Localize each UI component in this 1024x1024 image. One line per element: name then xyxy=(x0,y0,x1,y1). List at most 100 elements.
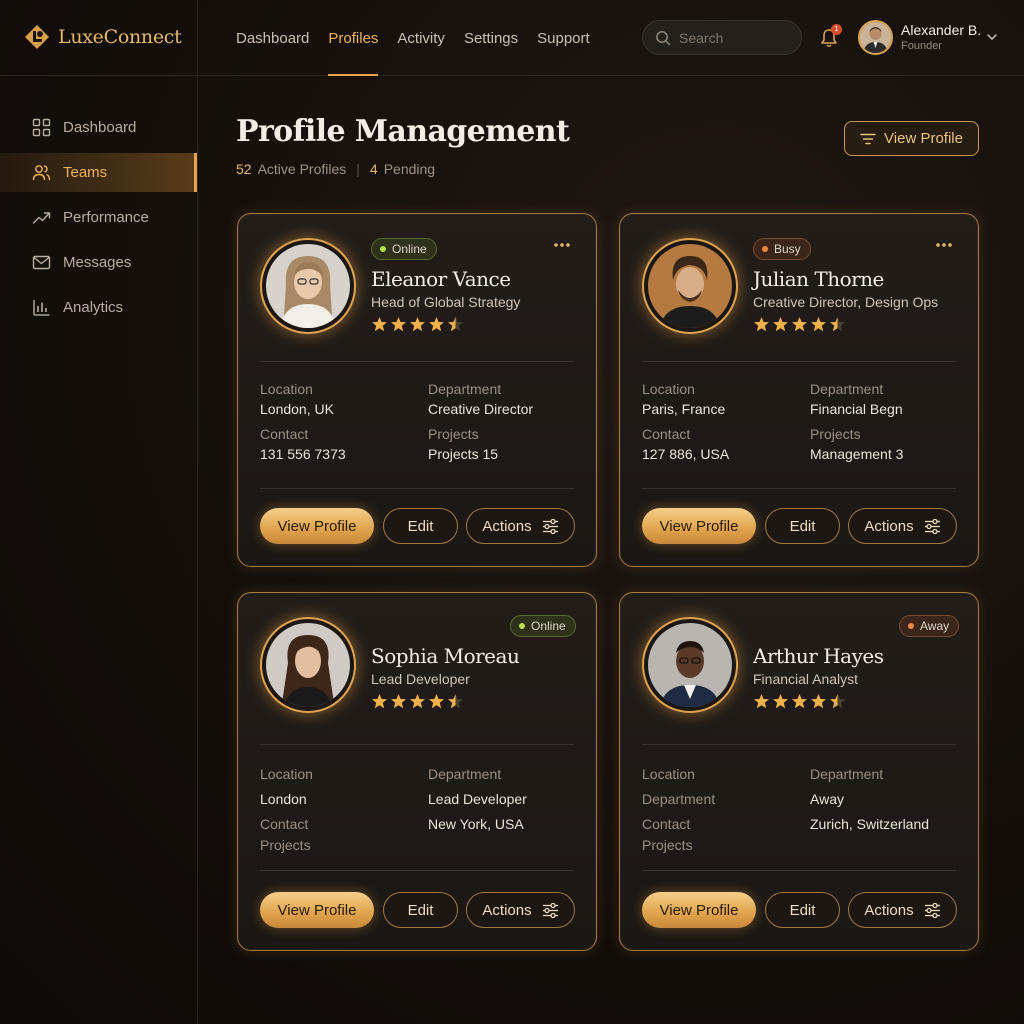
page-title: Profile Management xyxy=(236,114,570,149)
user-avatar[interactable] xyxy=(858,20,893,55)
field-label: Projects xyxy=(428,426,479,442)
field-label: Department xyxy=(810,381,884,397)
profile-card: Online Eleanor Vance Head of Global Stra… xyxy=(237,213,597,567)
topnav-profiles[interactable]: Profiles xyxy=(328,0,379,76)
avatar[interactable] xyxy=(260,238,356,334)
field-value: London, UK xyxy=(260,401,334,417)
sidebar-item-messages[interactable]: Messages xyxy=(0,243,197,282)
pending-count: 4 xyxy=(369,161,378,177)
star-icon xyxy=(811,317,826,332)
profile-title: Head of Global Strategy xyxy=(371,294,521,310)
field-label: Contact xyxy=(260,426,309,442)
view-profile-button[interactable]: View Profile xyxy=(642,892,756,928)
divider xyxy=(642,488,956,489)
topnav-activity[interactable]: Activity xyxy=(397,0,445,76)
edit-button[interactable]: Edit xyxy=(765,892,840,928)
field-value: Zurich, Switzerland xyxy=(810,816,930,832)
profile-name[interactable]: Sophia Moreau xyxy=(371,644,520,668)
logo-icon xyxy=(25,25,49,49)
field-value: Management 3 xyxy=(810,446,904,462)
trending-up-icon xyxy=(32,212,51,224)
star-icon xyxy=(391,694,406,709)
actions-label: Actions xyxy=(864,901,914,919)
field-label: Contact xyxy=(642,426,691,442)
field-value: Lead Developer xyxy=(428,791,527,807)
view-profile-button[interactable]: View Profile xyxy=(260,508,374,544)
view-profile-button[interactable]: View Profile xyxy=(260,892,374,928)
avatar[interactable] xyxy=(642,617,738,713)
brand[interactable]: LuxeConnect xyxy=(24,24,182,50)
sliders-icon xyxy=(542,518,558,534)
field-value: Financial Begn xyxy=(810,401,903,417)
view-profile-button[interactable]: View Profile xyxy=(642,508,756,544)
sidebar-item-teams[interactable]: Teams xyxy=(0,153,197,192)
actions-label: Actions xyxy=(864,517,914,535)
field-value: 131 556 7373 xyxy=(260,446,346,462)
star-icon xyxy=(429,317,444,332)
sidebar: Dashboard Teams Performance Messages Ana… xyxy=(0,108,197,333)
field-label: Contact xyxy=(260,816,309,832)
avatar[interactable] xyxy=(260,617,356,713)
rating-stars xyxy=(753,316,846,333)
edit-button[interactable]: Edit xyxy=(383,508,458,544)
users-icon xyxy=(32,165,51,181)
actions-button[interactable]: Actions xyxy=(466,892,575,928)
top-navigation: Dashboard Profiles Activity Settings Sup… xyxy=(236,0,609,76)
field-value: Paris, France xyxy=(642,401,726,417)
field-label: Department xyxy=(428,381,502,397)
actions-button[interactable]: Actions xyxy=(848,508,957,544)
sliders-icon xyxy=(924,902,940,918)
mail-icon xyxy=(32,255,51,270)
star-icon xyxy=(754,317,769,332)
star-icon xyxy=(811,694,826,709)
sidebar-item-performance[interactable]: Performance xyxy=(0,198,197,237)
profile-name[interactable]: Eleanor Vance xyxy=(371,267,511,291)
search-box[interactable] xyxy=(642,20,802,55)
user-name[interactable]: Alexander B. xyxy=(901,22,981,38)
more-options-icon[interactable] xyxy=(934,240,954,250)
field-label: Department xyxy=(428,766,502,782)
status-badge: Online xyxy=(510,615,576,637)
sidebar-item-analytics[interactable]: Analytics xyxy=(0,288,197,327)
topnav-dashboard[interactable]: Dashboard xyxy=(236,0,309,76)
star-half-icon xyxy=(448,694,463,709)
avatar[interactable] xyxy=(642,238,738,334)
header-view-profile-button[interactable]: View Profile xyxy=(844,121,979,156)
star-icon xyxy=(391,317,406,332)
profile-title: Lead Developer xyxy=(371,671,470,687)
more-options-icon[interactable] xyxy=(552,240,572,250)
sidebar-item-label: Analytics xyxy=(63,299,124,316)
rating-stars xyxy=(371,693,464,710)
sidebar-divider xyxy=(197,0,198,1024)
star-icon xyxy=(429,694,444,709)
profile-name[interactable]: Julian Thorne xyxy=(753,267,884,291)
star-icon xyxy=(410,317,425,332)
filter-icon xyxy=(860,133,876,144)
topnav-settings[interactable]: Settings xyxy=(464,0,518,76)
stats-separator: | xyxy=(356,161,360,177)
field-value: Creative Director xyxy=(428,401,534,417)
status-badge: Away xyxy=(899,615,960,637)
sliders-icon xyxy=(924,518,940,534)
actions-button[interactable]: Actions xyxy=(466,508,575,544)
profile-title: Creative Director, Design Ops xyxy=(753,294,939,310)
notification-badge: 1 xyxy=(831,24,842,35)
profile-card: Busy Julian Thorne Creative Director, De… xyxy=(619,213,979,567)
field-label: Department xyxy=(642,791,716,807)
profile-name[interactable]: Arthur Hayes xyxy=(753,644,884,668)
topnav-support[interactable]: Support xyxy=(537,0,590,76)
rating-stars xyxy=(371,316,464,333)
field-label: Projects xyxy=(642,837,693,853)
chevron-down-icon[interactable] xyxy=(986,31,998,43)
field-value: Projects 15 xyxy=(428,446,499,462)
actions-button[interactable]: Actions xyxy=(848,892,957,928)
sidebar-item-dashboard[interactable]: Dashboard xyxy=(0,108,197,147)
edit-button[interactable]: Edit xyxy=(765,508,840,544)
edit-button[interactable]: Edit xyxy=(383,892,458,928)
star-icon xyxy=(754,694,769,709)
search-input[interactable] xyxy=(679,29,789,46)
star-icon xyxy=(372,317,387,332)
field-label: Location xyxy=(642,766,695,782)
active-count: 52 xyxy=(236,161,252,177)
bar-chart-icon xyxy=(33,300,50,316)
